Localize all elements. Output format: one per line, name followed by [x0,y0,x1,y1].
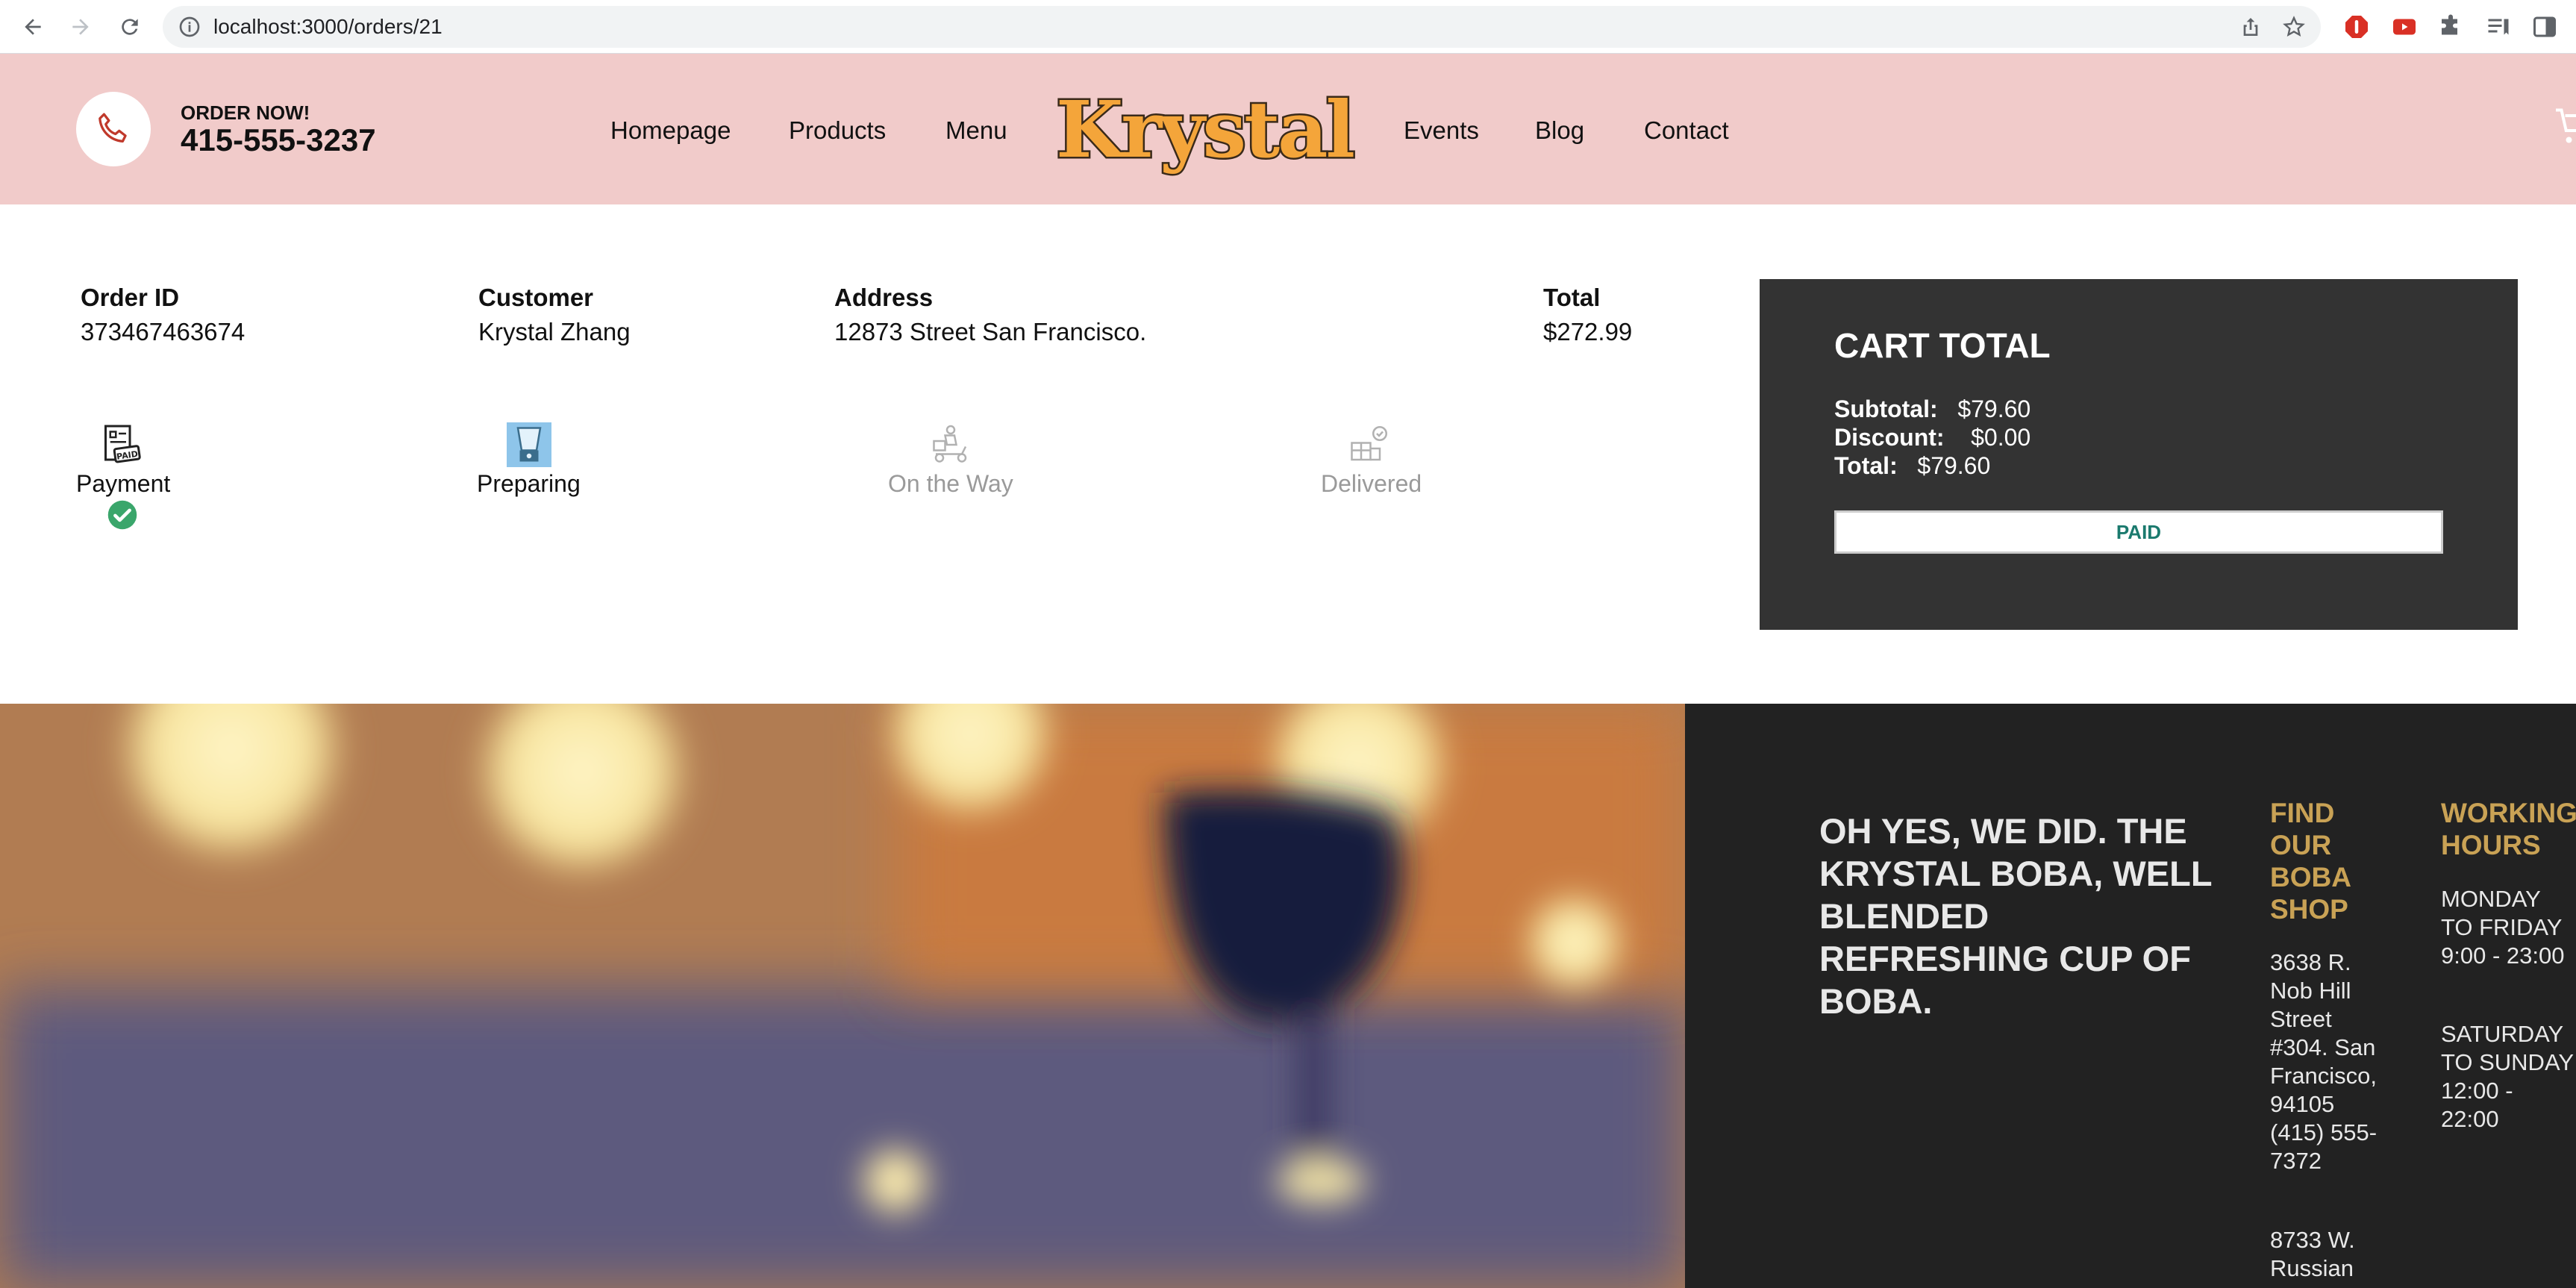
subtotal-label: Subtotal: [1834,396,1938,422]
puzzle-extensions-icon[interactable] [2437,13,2464,40]
shop-location-2: 8733 W. Russian [2270,1227,2355,1281]
phone-icon [99,113,127,143]
address-bar[interactable]: localhost:3000/orders/21 [163,6,2321,48]
discount-label: Discount: [1834,424,1945,451]
weekend-hours: SATURDAY TO SUNDAY 12:00 - 22:00 [2441,1021,2574,1132]
check-circle-icon [107,500,137,530]
cart-title: CART TOTAL [1834,326,2051,365]
adblock-extension-icon[interactable] [2343,13,2370,40]
side-panel-icon[interactable] [2531,13,2558,40]
nav-blog[interactable]: Blog [1535,116,1584,145]
find-shop-heading: FIND OUR BOBA SHOP [2270,798,2351,925]
blender-icon [507,422,551,467]
stage-payment-label: Payment [76,470,171,497]
delivered-box-icon [1351,426,1387,461]
reading-list-icon[interactable] [2485,13,2512,40]
reload-button[interactable] [112,9,148,45]
subtotal-value: $79.60 [1957,396,2031,422]
phone-number[interactable]: 415-555-3237 [181,122,376,158]
arrow-right-icon [72,19,89,35]
nav-contact[interactable]: Contact [1644,116,1729,145]
cart-total-label: Total: [1834,452,1898,479]
arrow-left-icon [25,19,41,35]
video-extension-icon[interactable] [2391,13,2418,40]
site-header: ORDER NOW! 415-555-3237 Homepage Product… [0,54,2576,204]
working-hours-heading: WORKING HOURS [2441,798,2576,860]
nav-events[interactable]: Events [1404,116,1479,145]
nav-menu[interactable]: Menu [945,116,1007,145]
paid-receipt-icon: PAID [104,425,141,463]
url-text[interactable]: localhost:3000/orders/21 [213,6,443,48]
nav-homepage[interactable]: Homepage [610,116,731,145]
customer-label: Customer [478,284,594,311]
cart-total-row: Total: $79.60 [1834,452,1990,480]
order-id-label: Order ID [81,284,180,311]
krystal-logo[interactable]: Krystal [1042,82,1367,182]
total-value: $272.99 [1543,318,1633,346]
bokeh-wine-glass-photo [0,704,1685,1288]
cart-discount-row: Discount: $0.00 [1834,424,2031,451]
cart-subtotal-row: Subtotal: $79.60 [1834,396,2031,423]
logo-text: Krystal [1056,84,1354,175]
site-footer: OH YES, WE DID. THE KRYSTAL BOBA, WELL B… [1685,704,2576,1288]
cart-total-panel: CART TOTAL Subtotal: $79.60 Discount: $0… [1760,279,2518,630]
browser-toolbar: localhost:3000/orders/21 [0,0,2576,54]
hero-image [0,704,1685,1288]
weekday-hours: MONDAY TO FRIDAY 9:00 - 23:00 [2441,886,2565,969]
cart-total-value: $79.60 [1917,452,1991,479]
stage-on-the-way-label: On the Way [888,470,1013,497]
reload-icon [122,19,138,35]
address-value: 12873 Street San Francisco. [834,318,1147,346]
footer-slogan: OH YES, WE DID. THE KRYSTAL BOBA, WELL B… [1819,811,2212,1021]
paid-button[interactable]: PAID [1834,510,2443,554]
order-now-label: ORDER NOW! [181,101,310,124]
share-icon[interactable] [2239,15,2263,39]
stage-delivered-label: Delivered [1321,470,1422,497]
bookmark-star-icon[interactable] [2282,15,2306,39]
address-label: Address [834,284,934,311]
nav-products[interactable]: Products [789,116,886,145]
shop-location-1: 3638 R. Nob Hill Street #304. San Franci… [2270,949,2378,1174]
total-label: Total [1543,284,1601,311]
customer-value: Krystal Zhang [478,318,631,346]
cart-icon[interactable] [2552,104,2576,149]
delivery-scooter-icon [933,425,967,463]
discount-value: $0.00 [1971,424,2031,451]
order-id-value: 373467463674 [81,318,246,346]
back-button[interactable] [15,9,51,45]
phone-button[interactable] [76,92,151,166]
stage-preparing-label: Preparing [477,470,581,497]
info-icon[interactable] [178,15,201,39]
forward-button[interactable] [63,9,99,45]
